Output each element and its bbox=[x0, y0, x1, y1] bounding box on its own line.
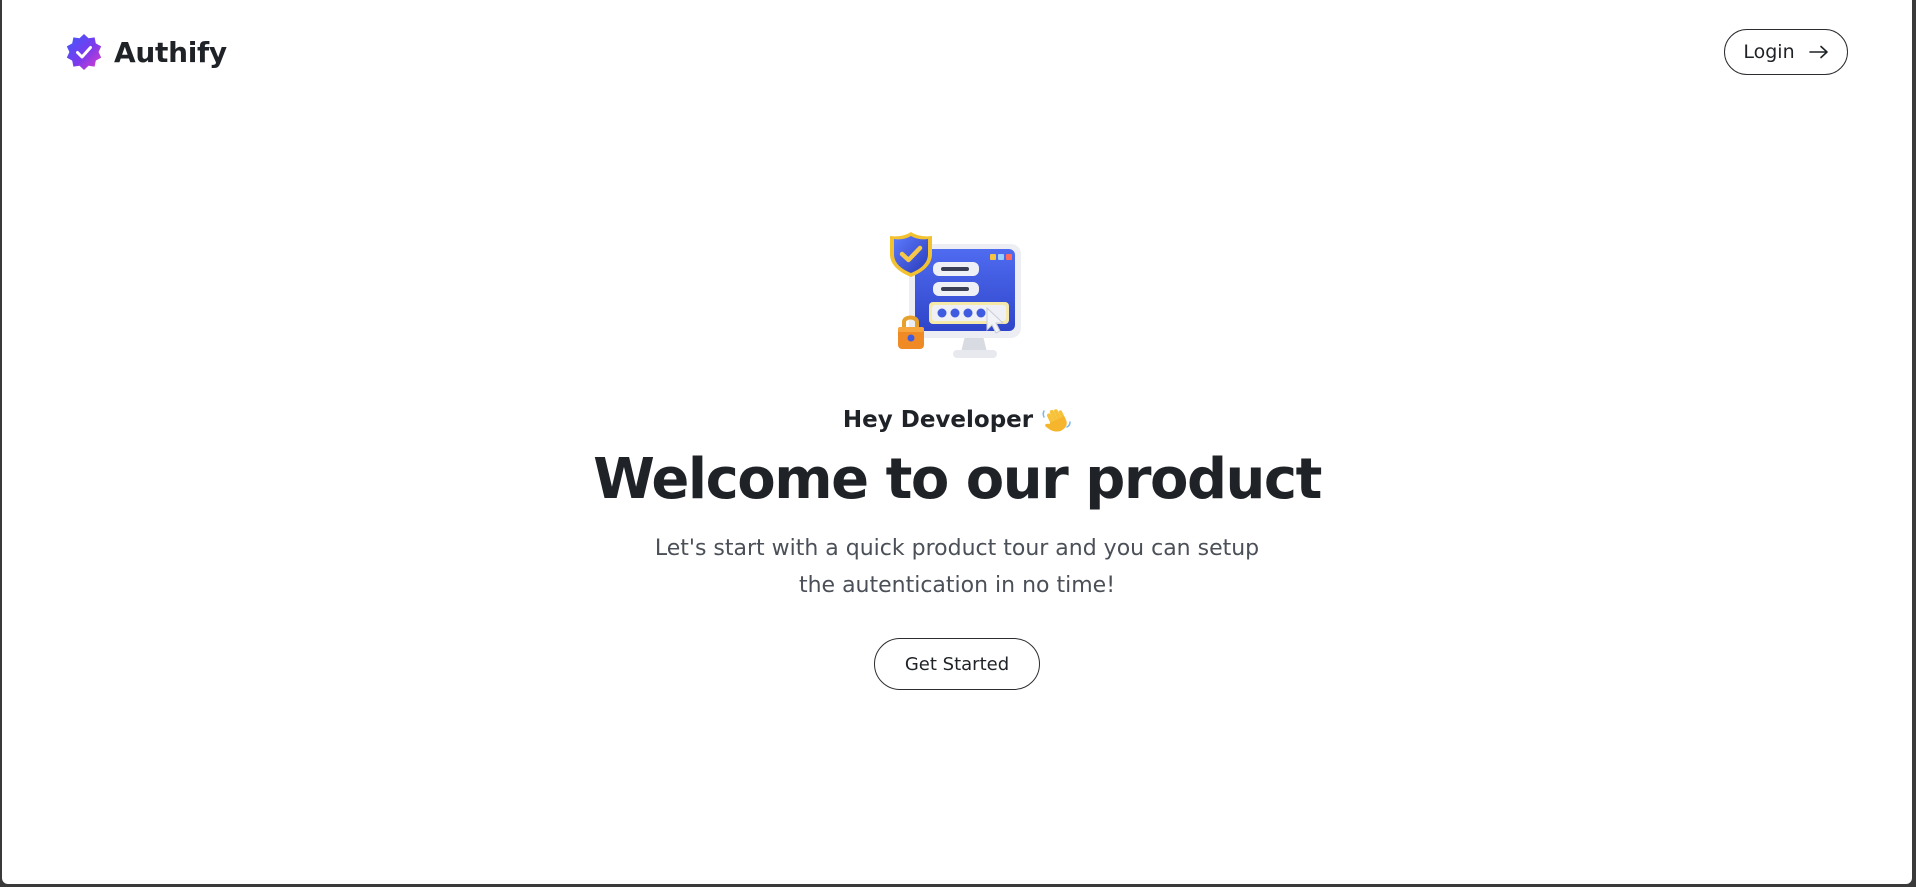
greeting-text: Hey Developer bbox=[842, 407, 1034, 433]
get-started-button[interactable]: Get Started bbox=[874, 638, 1040, 690]
verified-badge-icon bbox=[66, 34, 102, 70]
brand-name: Authify bbox=[114, 35, 227, 69]
secure-login-computer-icon bbox=[890, 232, 1021, 358]
app-window: Authify Login Hey Developer Welcome to o… bbox=[2, 0, 1912, 884]
arrow-right-icon bbox=[1808, 45, 1828, 59]
brand-logo[interactable]: Authify bbox=[64, 32, 227, 72]
login-button[interactable]: Login bbox=[1724, 29, 1848, 75]
login-button-label: Login bbox=[1743, 41, 1795, 63]
page-title: Welcome to our product bbox=[593, 447, 1322, 512]
hero-subtitle-line-2: the autentication in no time! bbox=[798, 573, 1116, 598]
hero-subtitle-line-1: Let's start with a quick product tour an… bbox=[654, 536, 1260, 561]
waving-hand-icon bbox=[1042, 409, 1071, 432]
greeting: Hey Developer bbox=[2, 404, 1912, 436]
hero-subtitle: Let's start with a quick product tour an… bbox=[647, 530, 1267, 604]
hero-section: Hey Developer Welcome to our product Let… bbox=[2, 232, 1912, 690]
